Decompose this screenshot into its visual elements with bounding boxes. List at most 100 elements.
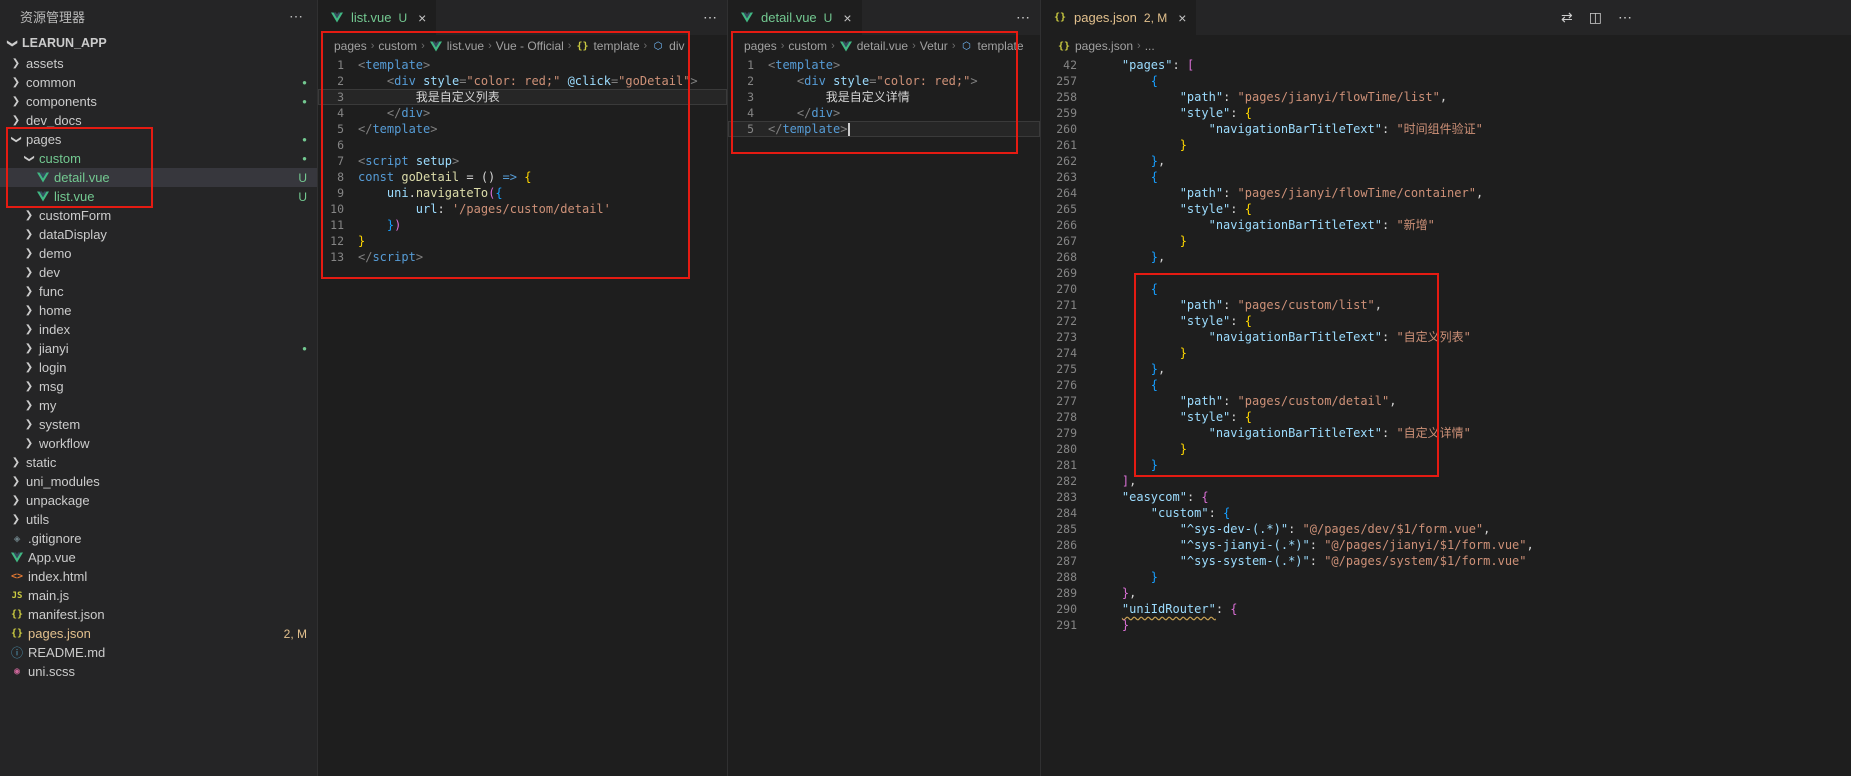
tree-item[interactable]: list.vueU — [0, 187, 317, 206]
breadcrumb-item[interactable]: Vue - Official — [496, 39, 564, 53]
code-line[interactable]: 265 "style": { — [1041, 201, 1851, 217]
code-line[interactable]: 263 { — [1041, 169, 1851, 185]
code-line[interactable]: 257 { — [1041, 73, 1851, 89]
more-actions-icon[interactable]: ⋯ — [289, 8, 303, 25]
code-line[interactable]: 2 <div style="color: red;" @click="goDet… — [318, 73, 727, 89]
tree-item[interactable]: ❯func — [0, 282, 317, 301]
tree-item[interactable]: ❯custom● — [0, 149, 317, 168]
editor-tab[interactable]: list.vueU× — [318, 0, 437, 35]
tree-item[interactable]: <>index.html — [0, 567, 317, 586]
breadcrumb-item[interactable]: pages — [334, 39, 367, 53]
tree-item[interactable]: ❯dev — [0, 263, 317, 282]
code-line[interactable]: 273 "navigationBarTitleText": "自定义列表" — [1041, 329, 1851, 345]
code-line[interactable]: 283 "easycom": { — [1041, 489, 1851, 505]
tree-item[interactable]: ❯dataDisplay — [0, 225, 317, 244]
tree-item[interactable]: ❯jianyi● — [0, 339, 317, 358]
breadcrumb-item[interactable]: ... — [1145, 39, 1155, 53]
tree-item[interactable]: ❯dev_docs — [0, 111, 317, 130]
breadcrumb-item[interactable]: custom — [788, 39, 827, 53]
tree-item[interactable]: ❯assets — [0, 54, 317, 73]
code-area[interactable]: 1<template>2 <div style="color: red;" @c… — [318, 57, 727, 776]
tree-item[interactable]: ❯login — [0, 358, 317, 377]
tree-item[interactable]: ❯uni_modules — [0, 472, 317, 491]
more-icon[interactable]: ⋯ — [1016, 9, 1030, 26]
code-line[interactable]: 42 "pages": [ — [1041, 57, 1851, 73]
code-line[interactable]: 5</template> — [318, 121, 727, 137]
code-line[interactable]: 8const goDetail = () => { — [318, 169, 727, 185]
tree-item[interactable]: ❯static — [0, 453, 317, 472]
code-line[interactable]: 3 我是自定义详情 — [728, 89, 1040, 105]
code-line[interactable]: 279 "navigationBarTitleText": "自定义详情" — [1041, 425, 1851, 441]
close-icon[interactable]: × — [843, 11, 851, 25]
project-root[interactable]: ❯ LEARUN_APP — [0, 32, 317, 54]
code-line[interactable]: 278 "style": { — [1041, 409, 1851, 425]
tree-item[interactable]: ❯system — [0, 415, 317, 434]
code-line[interactable]: 2 <div style="color: red;"> — [728, 73, 1040, 89]
tree-item[interactable]: ❯msg — [0, 377, 317, 396]
tree-item[interactable]: ◉uni.scss — [0, 662, 317, 681]
code-line[interactable]: 1<template> — [318, 57, 727, 73]
code-line[interactable]: 268 }, — [1041, 249, 1851, 265]
breadcrumb-item[interactable]: custom — [378, 39, 417, 53]
tree-item[interactable]: ❯demo — [0, 244, 317, 263]
code-area[interactable]: 1<template>2 <div style="color: red;">3 … — [728, 57, 1040, 776]
code-line[interactable]: 13</script> — [318, 249, 727, 265]
code-line[interactable]: 260 "navigationBarTitleText": "时间组件验证" — [1041, 121, 1851, 137]
code-line[interactable]: 9 uni.navigateTo({ — [318, 185, 727, 201]
more-icon[interactable]: ⋯ — [1618, 9, 1632, 26]
code-line[interactable]: 288 } — [1041, 569, 1851, 585]
code-line[interactable]: 7<script setup> — [318, 153, 727, 169]
code-line[interactable]: 287 "^sys-system-(.*)": "@/pages/system/… — [1041, 553, 1851, 569]
code-line[interactable]: 11 }) — [318, 217, 727, 233]
breadcrumb-item[interactable]: ⬡template — [959, 39, 1023, 53]
tree-item[interactable]: {}manifest.json — [0, 605, 317, 624]
code-line[interactable]: 261 } — [1041, 137, 1851, 153]
tree-item[interactable]: ◈.gitignore — [0, 529, 317, 548]
code-line[interactable]: 285 "^sys-dev-(.*)": "@/pages/dev/$1/for… — [1041, 521, 1851, 537]
code-line[interactable]: 282 ], — [1041, 473, 1851, 489]
code-line[interactable]: 267 } — [1041, 233, 1851, 249]
code-line[interactable]: 4 </div> — [318, 105, 727, 121]
tree-item[interactable]: ❯pages● — [0, 130, 317, 149]
tree-item[interactable]: ❯components● — [0, 92, 317, 111]
breadcrumb-item[interactable]: pages — [744, 39, 777, 53]
tree-item[interactable]: ⓘREADME.md — [0, 643, 317, 662]
code-line[interactable]: 269 — [1041, 265, 1851, 281]
code-line[interactable]: 264 "path": "pages/jianyi/flowTime/conta… — [1041, 185, 1851, 201]
tree-item[interactable]: ❯utils — [0, 510, 317, 529]
close-icon[interactable]: × — [418, 11, 426, 25]
code-line[interactable]: 276 { — [1041, 377, 1851, 393]
code-line[interactable]: 286 "^sys-jianyi-(.*)": "@/pages/jianyi/… — [1041, 537, 1851, 553]
tree-item[interactable]: ❯workflow — [0, 434, 317, 453]
tree-item[interactable]: ❯customForm — [0, 206, 317, 225]
breadcrumb-item[interactable]: {}pages.json — [1057, 39, 1133, 53]
code-line[interactable]: 275 }, — [1041, 361, 1851, 377]
tree-item[interactable]: ❯home — [0, 301, 317, 320]
code-line[interactable]: 5</template> — [728, 121, 1040, 137]
code-line[interactable]: 270 { — [1041, 281, 1851, 297]
code-line[interactable]: 10 url: '/pages/custom/detail' — [318, 201, 727, 217]
code-line[interactable]: 291 } — [1041, 617, 1851, 633]
tree-item[interactable]: detail.vueU — [0, 168, 317, 187]
tree-item[interactable]: App.vue — [0, 548, 317, 567]
breadcrumb-item[interactable]: ⬡div — [651, 39, 684, 53]
split-editor-icon[interactable]: ◫ — [1589, 9, 1602, 26]
code-line[interactable]: 289 }, — [1041, 585, 1851, 601]
tree-item[interactable]: JSmain.js — [0, 586, 317, 605]
breadcrumb-item[interactable]: Vetur — [920, 39, 948, 53]
tree-item[interactable]: ❯unpackage — [0, 491, 317, 510]
code-line[interactable]: 277 "path": "pages/custom/detail", — [1041, 393, 1851, 409]
code-area[interactable]: 42 "pages": [257 {258 "path": "pages/jia… — [1041, 57, 1851, 776]
more-icon[interactable]: ⋯ — [703, 9, 717, 26]
code-line[interactable]: 12} — [318, 233, 727, 249]
editor-tab[interactable]: detail.vueU× — [728, 0, 863, 35]
code-line[interactable]: 281 } — [1041, 457, 1851, 473]
breadcrumb-item[interactable]: {}template — [575, 39, 639, 53]
code-line[interactable]: 258 "path": "pages/jianyi/flowTime/list"… — [1041, 89, 1851, 105]
tree-item[interactable]: ❯index — [0, 320, 317, 339]
breadcrumb-item[interactable]: detail.vue — [839, 39, 908, 53]
code-line[interactable]: 272 "style": { — [1041, 313, 1851, 329]
code-line[interactable]: 284 "custom": { — [1041, 505, 1851, 521]
code-line[interactable]: 290 "uniIdRouter": { — [1041, 601, 1851, 617]
code-line[interactable]: 4 </div> — [728, 105, 1040, 121]
